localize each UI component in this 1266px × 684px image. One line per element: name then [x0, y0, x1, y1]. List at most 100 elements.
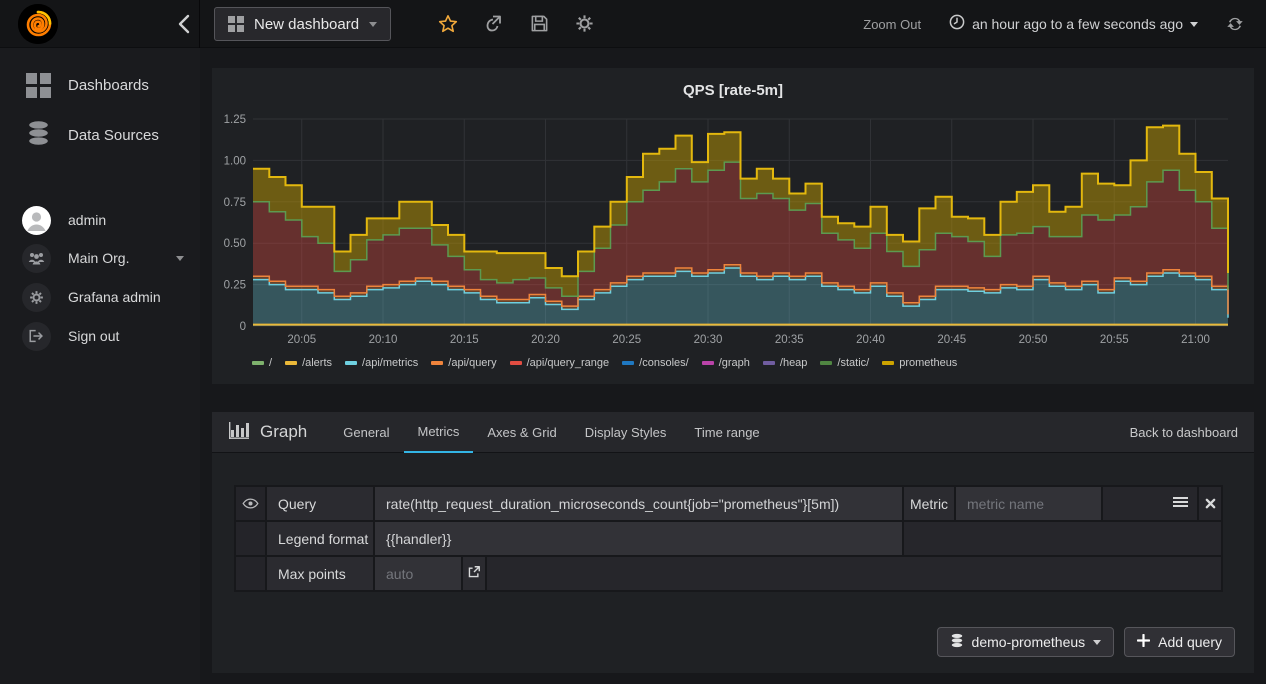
sign-out-icon — [22, 321, 51, 351]
qps-chart[interactable]: 0 0.25 0.50 0.75 1.00 1.25 20:05 20:10 20:15 20:2… — [212, 68, 1254, 384]
svg-text:0.75: 0.75 — [224, 197, 246, 209]
users-group-icon — [22, 243, 51, 273]
org-label: Main Org. — [68, 250, 130, 266]
add-query-label: Add query — [1158, 634, 1222, 650]
svg-text:20:20: 20:20 — [531, 334, 560, 346]
legend-item[interactable]: /api/metrics — [345, 357, 418, 369]
tab-metrics[interactable]: Metrics — [403, 412, 474, 453]
legend-item[interactable]: /graph — [701, 357, 750, 369]
legend-item[interactable]: /alerts — [285, 357, 332, 369]
dashboard-title-dropdown[interactable]: New dashboard — [214, 7, 392, 41]
back-chevron-icon[interactable] — [177, 13, 191, 40]
sidebar-item-dashboards[interactable]: Dashboards — [0, 65, 200, 105]
query-input[interactable]: rate(http_request_duration_microseconds_… — [373, 485, 904, 522]
grafana-admin-label: Grafana admin — [68, 289, 161, 305]
close-icon — [1205, 498, 1215, 508]
legend-swatch — [622, 361, 635, 365]
legend-swatch — [701, 361, 714, 365]
legend-format-input[interactable]: {{handler}} — [373, 520, 904, 557]
legend-swatch — [285, 361, 298, 365]
datasource-dropdown-button[interactable]: demo-prometheus — [936, 627, 1115, 657]
time-range-label: an hour ago to a few seconds ago — [972, 16, 1183, 32]
legend-label: /api/metrics — [362, 357, 419, 369]
tab-general[interactable]: General — [329, 412, 403, 453]
chart-legend: / /alerts/api/metrics/api/query/api/query… — [252, 357, 957, 369]
clock-icon — [949, 14, 965, 35]
editor-panel-type: Graph — [228, 420, 307, 445]
database-icon — [26, 120, 51, 151]
add-query-button[interactable]: Add query — [1124, 627, 1235, 657]
chevron-down-icon — [176, 255, 184, 261]
legend-label: /api/query — [448, 357, 497, 369]
max-points-input[interactable]: auto — [373, 555, 463, 592]
legend-item[interactable]: /heap — [762, 357, 807, 369]
avatar — [22, 205, 51, 235]
sidebar-item-data-sources[interactable]: Data Sources — [0, 115, 200, 155]
sign-out-label: Sign out — [68, 328, 120, 344]
svg-text:1.00: 1.00 — [224, 155, 246, 167]
query-menu-button[interactable] — [1101, 485, 1199, 522]
time-range-picker[interactable]: an hour ago to a few seconds ago — [949, 14, 1198, 35]
legend-label: / — [269, 357, 273, 369]
legend-item[interactable]: /api/query — [431, 357, 497, 369]
datasource-label: demo-prometheus — [971, 634, 1086, 650]
legend-label: /static/ — [837, 357, 870, 369]
menu-icon — [1173, 495, 1188, 509]
tab-time-range[interactable]: Time range — [680, 412, 773, 453]
max-points-row: Max points auto — [234, 555, 1223, 592]
legend-item[interactable]: /static/ — [820, 357, 869, 369]
save-button[interactable] — [530, 14, 549, 34]
svg-text:20:35: 20:35 — [775, 334, 804, 346]
panel-editor: Graph General Metrics Axes & Grid Displa… — [212, 412, 1254, 673]
svg-text:0.25: 0.25 — [224, 280, 246, 292]
sidebar-item-sign-out[interactable]: Sign out — [0, 316, 200, 356]
sidebar-item-profile[interactable]: admin — [0, 200, 200, 240]
remove-query-button[interactable] — [1197, 485, 1223, 522]
sidebar-item-grafana-admin[interactable]: Grafana admin — [0, 277, 200, 317]
username-label: admin — [68, 212, 107, 228]
chevron-down-icon — [1190, 21, 1198, 27]
legend-item[interactable]: / — [252, 357, 272, 369]
tab-display-styles[interactable]: Display Styles — [571, 412, 681, 453]
zoom-out-button[interactable]: Zoom Out — [863, 17, 921, 32]
legend-swatch — [431, 361, 444, 365]
bar-chart-icon — [228, 420, 250, 445]
top-navbar: New dashboard Zoom Out an hour ago to a … — [0, 0, 1266, 48]
grafana-logo-icon[interactable] — [18, 4, 58, 44]
chevron-down-icon — [369, 21, 378, 27]
chevron-down-icon — [1093, 639, 1102, 645]
graph-panel: QPS [rate-5m] 0 0.25 0.50 0.75 1.00 1.25 20:05… — [212, 68, 1254, 384]
legend-label: /api/query_range — [526, 357, 610, 369]
legend-label: /alerts — [302, 357, 333, 369]
star-button[interactable] — [438, 14, 458, 34]
gear-icon — [22, 282, 51, 312]
legend-item[interactable]: /consoles/ — [622, 357, 689, 369]
gear-button[interactable] — [575, 14, 594, 34]
sidebar: Dashboards Data Sources admin Main Org. … — [0, 48, 200, 684]
navbar-brand-section — [0, 0, 200, 48]
query-editor-table: Query rate(http_request_duration_microse… — [234, 485, 1223, 592]
share-button[interactable] — [484, 14, 504, 34]
max-points-export-button[interactable] — [461, 555, 487, 592]
toggle-query-visibility-button[interactable] — [234, 485, 267, 522]
refresh-button[interactable] — [1226, 15, 1244, 33]
dashboard-title: New dashboard — [254, 15, 360, 33]
svg-text:20:50: 20:50 — [1019, 334, 1048, 346]
legend-item[interactable]: /api/query_range — [509, 357, 610, 369]
dashboards-grid-icon — [26, 72, 51, 98]
legend-swatch — [820, 361, 833, 365]
editor-header: Graph General Metrics Axes & Grid Displa… — [212, 412, 1254, 453]
svg-text:20:10: 20:10 — [369, 334, 398, 346]
sidebar-item-org[interactable]: Main Org. — [0, 238, 200, 278]
legend-label: /consoles/ — [639, 357, 689, 369]
sidebar-item-label: Dashboards — [68, 76, 149, 94]
legend-swatch — [252, 361, 264, 365]
legend-item[interactable]: prometheus — [882, 357, 957, 369]
editor-tabs: General Metrics Axes & Grid Display Styl… — [329, 412, 773, 453]
back-to-dashboard-link[interactable]: Back to dashboard — [1130, 425, 1238, 440]
tab-axes-grid[interactable]: Axes & Grid — [473, 412, 570, 453]
legend-label: /graph — [718, 357, 750, 369]
metric-label: Metric — [902, 485, 956, 522]
metric-name-input[interactable]: metric name — [954, 485, 1103, 522]
sidebar-item-label: Data Sources — [68, 126, 159, 144]
